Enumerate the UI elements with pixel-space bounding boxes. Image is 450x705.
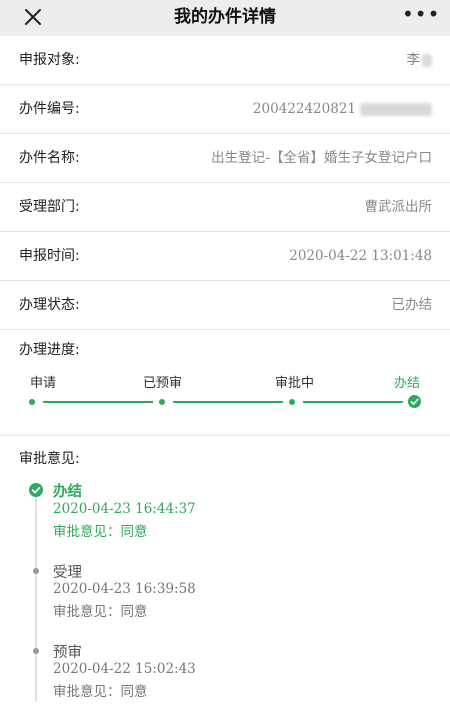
- step-label-apply: 申请: [30, 376, 57, 391]
- status-value: 已办结: [391, 297, 433, 313]
- detail-value: 出生登记-【全省】婚生子女登记户口: [211, 150, 432, 166]
- detail-row-department: 受理部门: 曹武派出所: [0, 183, 450, 232]
- timeline-line: [35, 497, 37, 702]
- detail-label: 办理状态:: [19, 297, 80, 313]
- timeline-dot: [33, 568, 39, 574]
- check-icon: [408, 395, 421, 408]
- detail-list: 申报对象: 李 办件编号: 200422420821 办件名称: 出生登记-【全…: [0, 36, 450, 330]
- redacted-mask: [360, 103, 432, 116]
- timeline-note: 审批意见：同意: [53, 604, 148, 620]
- detail-value: 李: [406, 36, 432, 84]
- case-number: 200422420821: [252, 101, 356, 117]
- detail-value: 2020-04-22 13:01:48: [289, 248, 432, 264]
- title-bar: 我的办件详情 •••: [0, 0, 450, 36]
- detail-value: 曹武派出所: [364, 199, 433, 215]
- detail-label: 受理部门:: [19, 199, 80, 215]
- redacted-mask: [422, 53, 432, 67]
- step-dot: [289, 399, 295, 405]
- applicant-name: 李: [406, 52, 421, 68]
- detail-row-status: 办理状态: 已办结: [0, 281, 450, 330]
- timeline-time: 2020-04-23 16:44:37: [53, 501, 196, 517]
- page-title: 我的办件详情: [174, 7, 276, 27]
- more-button[interactable]: •••: [402, 4, 439, 27]
- detail-value: 200422420821: [253, 85, 432, 133]
- more-icon: •••: [402, 2, 441, 26]
- detail-row-case-name: 办件名称: 出生登记-【全省】婚生子女登记户口: [0, 134, 450, 183]
- timeline-dot: [33, 648, 39, 654]
- detail-label: 办件编号:: [19, 101, 80, 117]
- timeline-title: 受理: [53, 565, 82, 581]
- detail-label: 申报对象:: [19, 52, 80, 68]
- timeline-time: 2020-04-23 16:39:58: [53, 581, 196, 597]
- step-label-reviewing: 审批中: [275, 376, 315, 391]
- detail-row-applicant: 申报对象: 李: [0, 36, 450, 85]
- opinion-label: 审批意见:: [19, 451, 80, 467]
- progress-line: [173, 401, 283, 403]
- timeline-title: 预审: [53, 645, 82, 661]
- detail-label: 申报时间:: [19, 248, 80, 264]
- step-label-completed: 办结: [394, 376, 421, 391]
- detail-row-case-number: 办件编号: 200422420821: [0, 85, 450, 134]
- progress-line: [43, 401, 153, 403]
- timeline-note: 审批意见：同意: [53, 684, 148, 700]
- step-dot: [29, 399, 35, 405]
- step-label-pre-review: 已预审: [143, 376, 183, 391]
- progress-label: 办理进度:: [19, 342, 80, 358]
- progress-line: [303, 401, 403, 403]
- timeline-note: 审批意见：同意: [53, 524, 148, 540]
- check-icon: [29, 483, 43, 497]
- timeline-title: 办结: [53, 484, 82, 500]
- timeline-time: 2020-04-22 15:02:43: [53, 661, 196, 677]
- detail-label: 办件名称:: [19, 150, 80, 166]
- detail-row-submit-time: 申报时间: 2020-04-22 13:01:48: [0, 232, 450, 281]
- progress-section: 办理进度: 申请 已预审 审批中 办结: [0, 325, 450, 436]
- step-dot: [159, 399, 165, 405]
